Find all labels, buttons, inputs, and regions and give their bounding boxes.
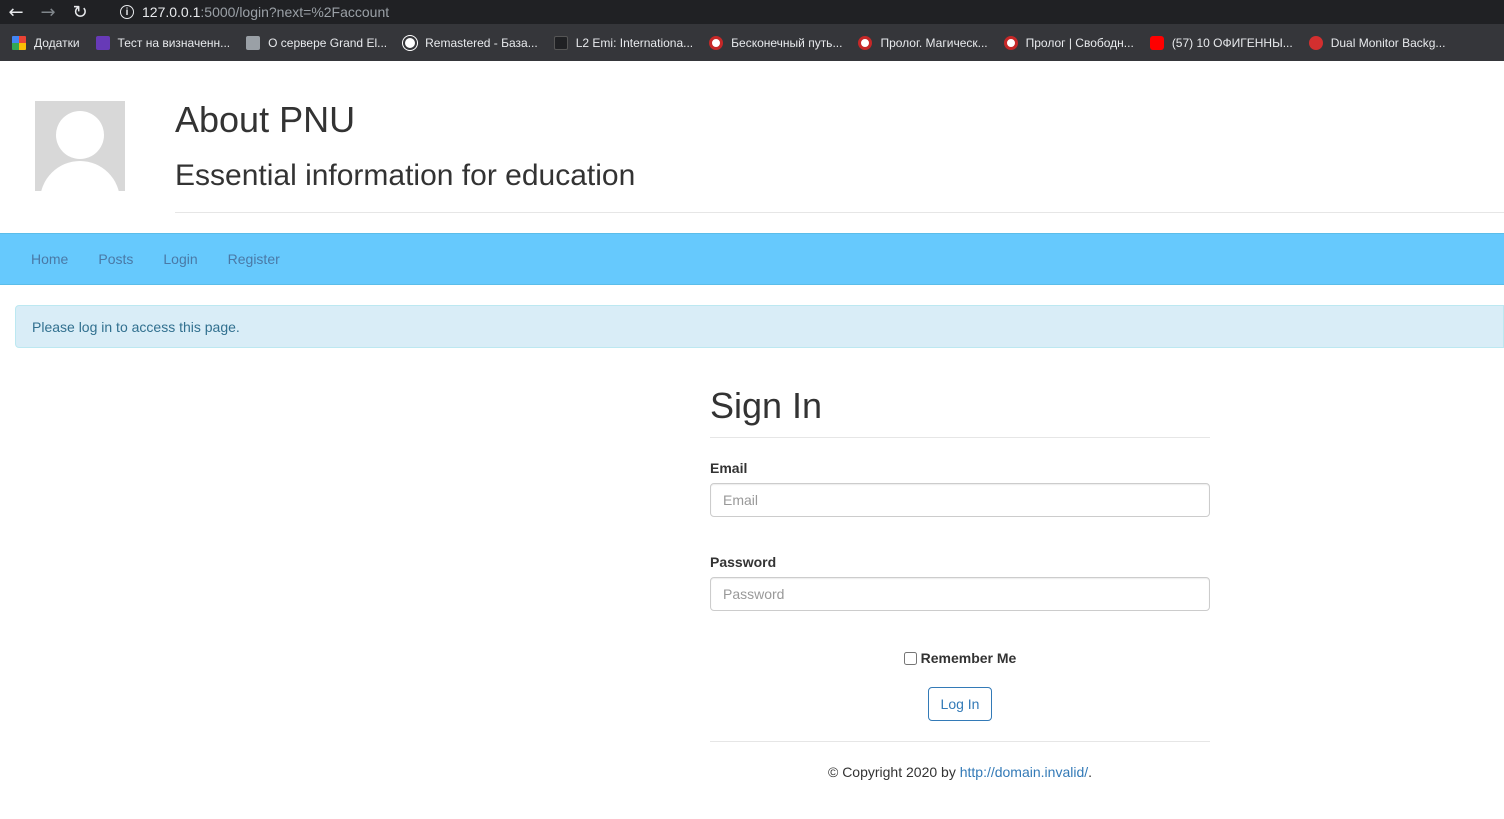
- email-field[interactable]: [710, 483, 1210, 517]
- footer-suffix: .: [1088, 764, 1093, 780]
- site-icon: [1003, 35, 1018, 50]
- form-title: Sign In: [710, 385, 823, 426]
- address-bar[interactable]: i 127.0.0.1:5000/login?next=%2Faccount: [108, 0, 389, 24]
- bookmark-label: Пролог | Свободн...: [1025, 35, 1134, 50]
- login-form: Sign In Email Password Remember Me Log I…: [710, 381, 1210, 780]
- form-divider: [710, 437, 1210, 438]
- bookmark-item[interactable]: Пролог | Свободн...: [1003, 35, 1134, 50]
- bookmark-item[interactable]: L2 Emi: Internationa...: [553, 35, 694, 50]
- bookmark-item[interactable]: (57) 10 ОФИГЕННЫ...: [1149, 35, 1293, 50]
- footer: © Copyright 2020 by http://domain.invali…: [710, 764, 1210, 780]
- alert-message: Please log in to access this page.: [32, 318, 240, 335]
- site-icon: [553, 35, 568, 50]
- apps-icon: [12, 35, 26, 50]
- info-alert: Please log in to access this page.: [15, 305, 1504, 348]
- avatar-head: [56, 111, 104, 159]
- arrow-left-icon: ←: [8, 1, 24, 23]
- avatar: [35, 101, 125, 191]
- bookmark-item[interactable]: Remastered - База...: [403, 35, 538, 50]
- bookmark-item[interactable]: Dual Monitor Backg...: [1308, 35, 1446, 50]
- bookmark-label: Remastered - База...: [425, 35, 538, 50]
- bookmark-item[interactable]: Бесконечный путь...: [709, 35, 843, 50]
- site-icon: [709, 35, 724, 50]
- bookmark-item[interactable]: О сервере Grand El...: [246, 35, 388, 50]
- site-title: About PNU: [175, 99, 356, 140]
- remember-checkbox[interactable]: [903, 651, 917, 665]
- password-field[interactable]: [710, 577, 1210, 611]
- arrow-right-icon: →: [40, 1, 56, 23]
- form-icon: [95, 35, 110, 50]
- info-icon[interactable]: i: [120, 5, 134, 19]
- remember-label: Remember Me: [920, 650, 1017, 666]
- password-label: Password: [710, 554, 777, 570]
- youtube-icon: [1149, 35, 1164, 50]
- bookmark-label: О сервере Grand El...: [268, 35, 388, 50]
- reload-icon: ↻: [72, 1, 88, 23]
- bookmark-label: Додатки: [34, 35, 80, 50]
- bookmark-label: L2 Emi: Internationa...: [575, 35, 694, 50]
- bookmark-label: Dual Monitor Backg...: [1330, 35, 1446, 50]
- nav-home[interactable]: Home: [16, 251, 83, 267]
- bookmark-item[interactable]: Пролог. Магическ...: [858, 35, 988, 50]
- bookmark-label: Бесконечный путь...: [731, 35, 843, 50]
- footer-link[interactable]: http://domain.invalid/: [960, 764, 1088, 780]
- remember-me: Remember Me: [710, 650, 1210, 666]
- bookmark-item[interactable]: Додатки: [12, 35, 80, 50]
- site-icon: [1308, 35, 1323, 50]
- bookmark-item[interactable]: Тест на визначенн...: [95, 35, 231, 50]
- forward-button[interactable]: →: [32, 0, 64, 24]
- email-label: Email: [710, 460, 748, 476]
- navbar: Home Posts Login Register: [0, 233, 1504, 285]
- footer-text: © Copyright 2020 by: [827, 764, 960, 780]
- url-host: 127.0.0.1: [142, 4, 201, 20]
- globe-icon: [403, 35, 418, 50]
- nav-register[interactable]: Register: [213, 251, 295, 267]
- nav-login[interactable]: Login: [148, 251, 212, 267]
- bookmarks-bar: Додатки Тест на визначенн... О сервере G…: [0, 24, 1504, 61]
- bookmark-label: (57) 10 ОФИГЕННЫ...: [1171, 35, 1293, 50]
- url-path: :5000/login?next=%2Faccount: [200, 4, 390, 20]
- reload-button[interactable]: ↻: [64, 0, 96, 24]
- site-subtitle: Essential information for education: [175, 159, 636, 192]
- footer-divider: [710, 741, 1210, 742]
- bookmark-label: Тест на визначенн...: [117, 35, 231, 50]
- back-button[interactable]: ←: [0, 0, 32, 24]
- login-button[interactable]: Log In: [927, 687, 993, 721]
- nav-posts[interactable]: Posts: [83, 251, 148, 267]
- page-content: About PNU Essential information for educ…: [0, 61, 1504, 819]
- browser-toolbar: ← → ↻ i 127.0.0.1:5000/login?next=%2Facc…: [0, 0, 1504, 24]
- bookmark-label: Пролог. Магическ...: [880, 35, 988, 50]
- site-icon: [246, 35, 261, 50]
- avatar-body: [40, 161, 120, 191]
- site-icon: [858, 35, 873, 50]
- header-divider: [175, 212, 1504, 213]
